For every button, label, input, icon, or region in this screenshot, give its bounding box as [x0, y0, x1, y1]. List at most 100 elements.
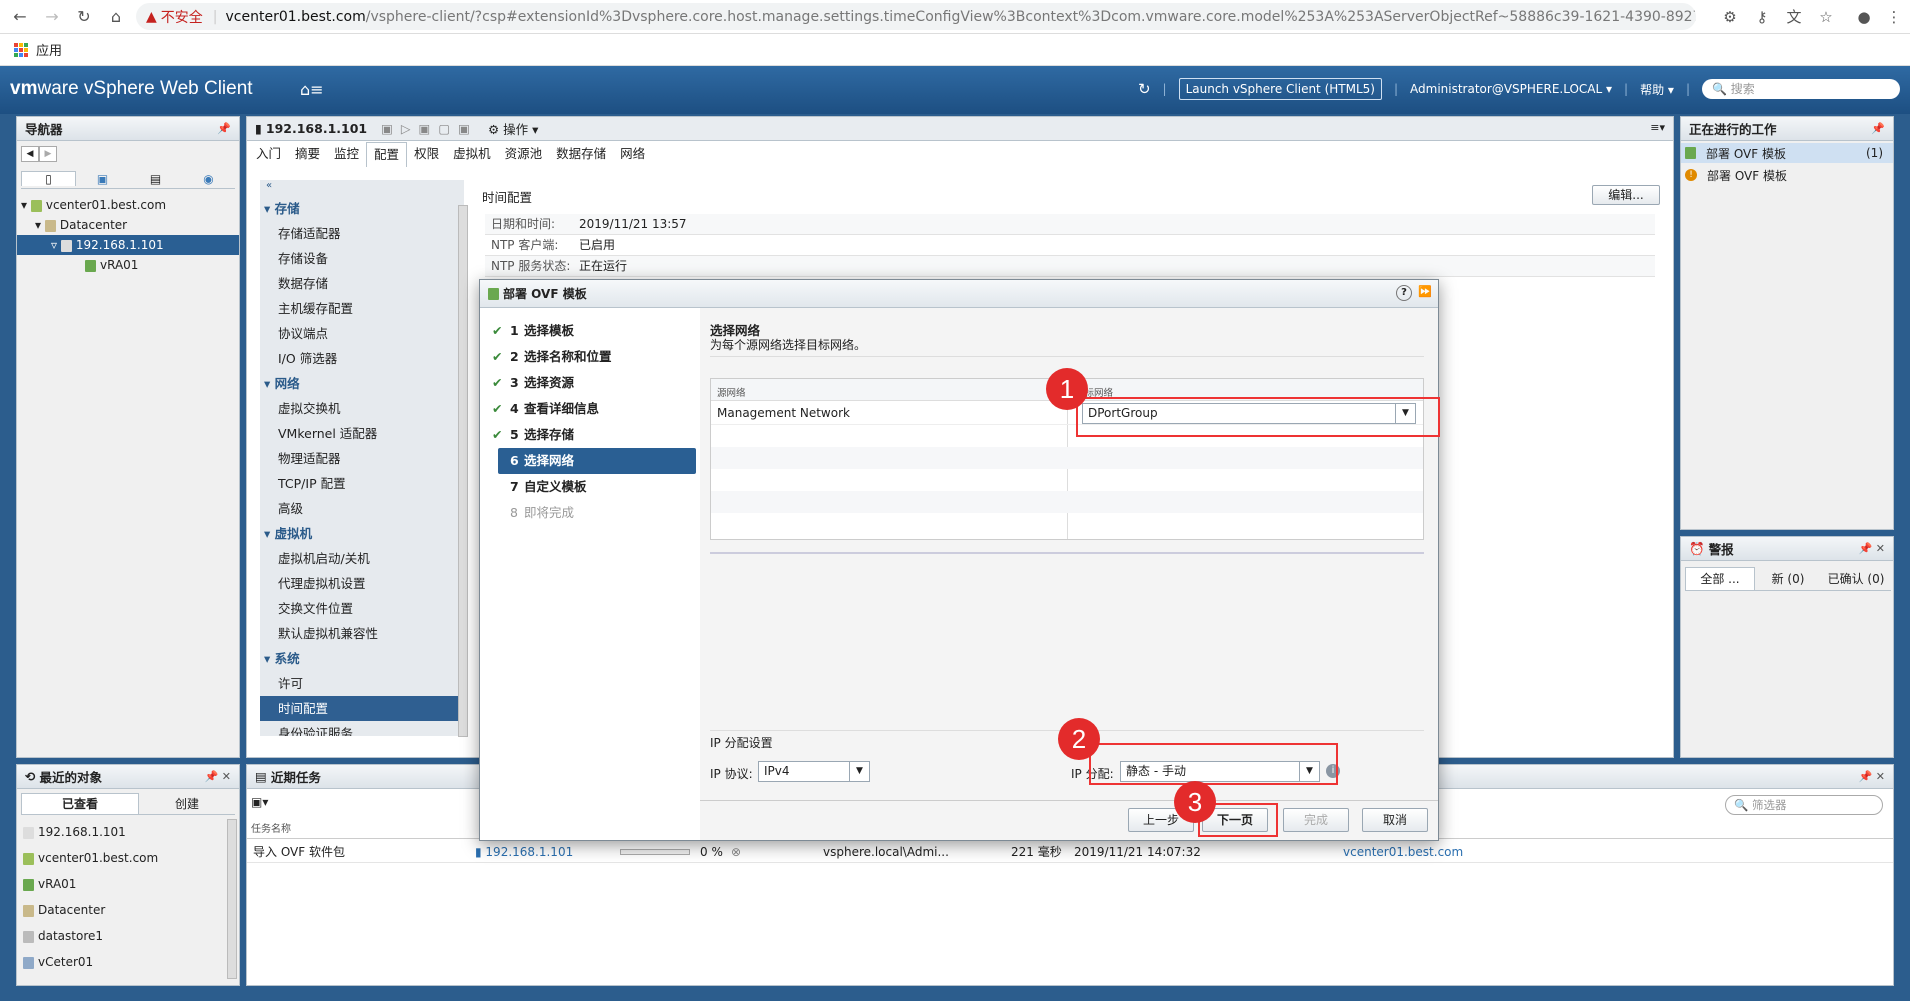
- task-filter-input[interactable]: 🔍 筛选器: [1725, 795, 1883, 815]
- pin-icon[interactable]: 📌: [1871, 122, 1885, 135]
- task-server-link[interactable]: vcenter01.best.com: [1343, 841, 1463, 863]
- config-item[interactable]: 默认虚拟机兼容性: [260, 621, 464, 646]
- wizard-step-5[interactable]: ✔ 5 选择存储: [484, 422, 696, 448]
- task-row[interactable]: 导入 OVF 软件包 ▮ 192.168.1.101 0 % ⊗ vsphere…: [247, 841, 1893, 863]
- config-item[interactable]: 虚拟机启动/关机: [260, 546, 464, 571]
- config-scrollbar[interactable]: [458, 205, 468, 737]
- config-group-header[interactable]: ▾ 虚拟机: [260, 521, 464, 546]
- tree-vm[interactable]: vRA01: [17, 255, 239, 275]
- recent-item[interactable]: datastore1: [23, 923, 223, 949]
- config-group-header[interactable]: ▾ 网络: [260, 371, 464, 396]
- account-icon[interactable]: ●: [1854, 7, 1874, 27]
- minimize-icon[interactable]: ⏩: [1418, 285, 1432, 298]
- config-item[interactable]: TCP/IP 配置: [260, 471, 464, 496]
- tree-datacenter[interactable]: ▾ Datacenter: [17, 215, 239, 235]
- help-icon[interactable]: ?: [1396, 285, 1412, 301]
- tree-host[interactable]: ▿ 192.168.1.101: [17, 235, 239, 255]
- config-item[interactable]: 身份验证服务: [260, 721, 464, 736]
- forward-icon[interactable]: →: [42, 7, 62, 27]
- home-menu-icon[interactable]: ⌂≡: [300, 80, 324, 99]
- recent-tab-created[interactable]: 创建: [139, 795, 235, 812]
- launch-html5-button[interactable]: Launch vSphere Client (HTML5): [1178, 78, 1382, 100]
- back-icon[interactable]: ←: [10, 7, 30, 27]
- finish-button[interactable]: 完成: [1283, 808, 1349, 832]
- hosts-clusters-tab-icon[interactable]: ▯: [21, 171, 76, 186]
- tab-1[interactable]: 摘要: [288, 142, 327, 166]
- recent-item[interactable]: vCeter01: [23, 949, 223, 975]
- task-target-link[interactable]: ▮ 192.168.1.101: [475, 841, 573, 863]
- config-item[interactable]: 主机缓存配置: [260, 296, 464, 321]
- task-filter-menu-icon[interactable]: ▣▾: [251, 795, 268, 809]
- cancel-button[interactable]: 取消: [1362, 808, 1428, 832]
- wizard-step-8[interactable]: 8 即将完成: [484, 500, 696, 526]
- networking-tab-icon[interactable]: ◉: [182, 172, 235, 186]
- config-group-header[interactable]: ▾ 存储: [260, 196, 464, 221]
- tab-3[interactable]: 配置: [366, 141, 408, 167]
- key-icon[interactable]: ⚷: [1752, 7, 1772, 27]
- cancel-task-icon[interactable]: ⊗: [731, 841, 741, 863]
- reload-icon[interactable]: ↻: [74, 7, 94, 27]
- tab-6[interactable]: 资源池: [498, 142, 550, 166]
- apps-icon[interactable]: [14, 42, 28, 57]
- actions-menu[interactable]: ⚙ 操作 ▾: [488, 119, 538, 138]
- work-item[interactable]: 部署 OVF 模板 (1): [1681, 143, 1893, 163]
- recent-scrollbar[interactable]: [227, 819, 237, 979]
- host-action-icons[interactable]: ▣▷▣▢▣: [381, 121, 478, 136]
- config-item[interactable]: 时间配置: [260, 696, 464, 721]
- tab-4[interactable]: 权限: [407, 142, 446, 166]
- storage-tab-icon[interactable]: ▤: [129, 172, 182, 186]
- recent-item[interactable]: vcenter01.best.com: [23, 845, 223, 871]
- panel-menu-icon[interactable]: ≡▾: [1650, 121, 1665, 134]
- config-item[interactable]: 协议端点: [260, 321, 464, 346]
- tab-7[interactable]: 数据存储: [549, 142, 613, 166]
- config-item[interactable]: 代理虚拟机设置: [260, 571, 464, 596]
- config-item[interactable]: 高级: [260, 496, 464, 521]
- address-bar[interactable]: ▲ 不安全 | vcenter01.best.com /vsphere-clie…: [136, 3, 1696, 30]
- wizard-step-7[interactable]: 7 自定义模板: [484, 474, 696, 500]
- collapse-icon[interactable]: «: [260, 180, 464, 196]
- tab-2[interactable]: 监控: [327, 142, 366, 166]
- config-item[interactable]: 存储适配器: [260, 221, 464, 246]
- history-forward-icon[interactable]: ▶: [39, 146, 57, 162]
- apps-link[interactable]: 应用: [36, 40, 62, 59]
- config-item[interactable]: 虚拟交换机: [260, 396, 464, 421]
- pin-close-icons[interactable]: 📌 ✕: [1859, 770, 1885, 783]
- tab-8[interactable]: 网络: [613, 142, 652, 166]
- global-search-input[interactable]: 🔍 搜索: [1702, 79, 1900, 99]
- config-item[interactable]: 交换文件位置: [260, 596, 464, 621]
- config-item[interactable]: 存储设备: [260, 246, 464, 271]
- refresh-icon[interactable]: ↻: [1138, 80, 1151, 98]
- wizard-step-1[interactable]: ✔ 1 选择模板: [484, 318, 696, 344]
- star-icon[interactable]: ☆: [1816, 7, 1836, 27]
- menu-icon[interactable]: ⋮: [1884, 7, 1904, 27]
- wizard-step-3[interactable]: ✔ 3 选择资源: [484, 370, 696, 396]
- home-icon[interactable]: ⌂: [106, 7, 126, 27]
- ip-protocol-select[interactable]: IPv4 ▼: [758, 761, 870, 782]
- alarm-tab-all[interactable]: 全部 ...: [1685, 567, 1755, 590]
- translate-icon[interactable]: 文: [1784, 7, 1804, 27]
- recent-item[interactable]: 192.168.1.101: [23, 819, 223, 845]
- config-group-header[interactable]: ▾ 系统: [260, 646, 464, 671]
- alarm-tab-new[interactable]: 新 (0): [1755, 570, 1821, 587]
- help-menu[interactable]: 帮助 ▾: [1640, 81, 1674, 98]
- wizard-step-2[interactable]: ✔ 2 选择名称和位置: [484, 344, 696, 370]
- pin-close-icons[interactable]: 📌 ✕: [205, 770, 231, 783]
- recent-item[interactable]: Datacenter: [23, 897, 223, 923]
- pin-close-icons[interactable]: 📌 ✕: [1859, 542, 1885, 555]
- recent-tab-viewed[interactable]: 已查看: [21, 793, 139, 814]
- vms-templates-tab-icon[interactable]: ▣: [76, 172, 129, 186]
- config-item[interactable]: 许可: [260, 671, 464, 696]
- wizard-step-4[interactable]: ✔ 4 查看详细信息: [484, 396, 696, 422]
- wizard-step-6[interactable]: 6 选择网络: [498, 448, 696, 474]
- edit-button[interactable]: 编辑...: [1592, 185, 1660, 205]
- config-item[interactable]: 数据存储: [260, 271, 464, 296]
- config-item[interactable]: 物理适配器: [260, 446, 464, 471]
- config-item[interactable]: VMkernel 适配器: [260, 421, 464, 446]
- extension-icon[interactable]: ⚙: [1720, 7, 1740, 27]
- tab-0[interactable]: 入门: [249, 142, 288, 166]
- alarm-tab-ack[interactable]: 已确认 (0): [1821, 570, 1891, 587]
- config-item[interactable]: I/O 筛选器: [260, 346, 464, 371]
- work-item[interactable]: ! 部署 OVF 模板: [1681, 165, 1893, 185]
- tree-vcenter[interactable]: ▾ vcenter01.best.com: [17, 195, 239, 215]
- pin-icon[interactable]: 📌: [217, 122, 231, 135]
